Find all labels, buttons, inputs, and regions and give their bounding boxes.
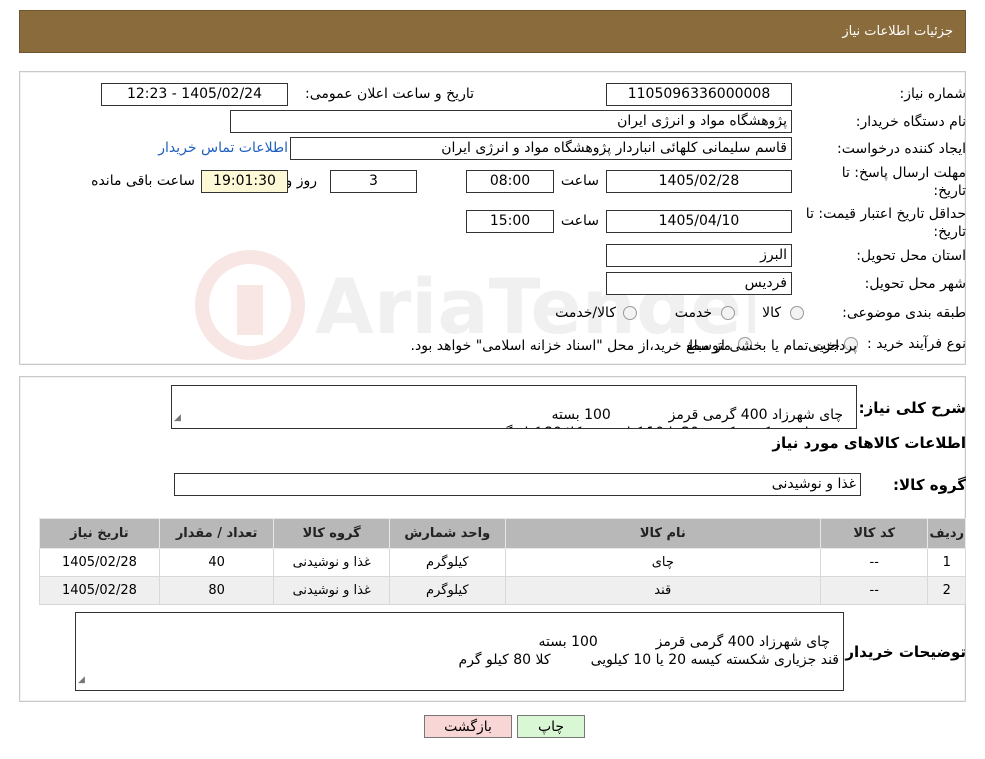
days-label: روز و <box>285 173 318 189</box>
category-label: طبقه بندی موضوعی: <box>842 305 966 321</box>
province-field: البرز <box>606 244 792 267</box>
price-validity-date-field: 1405/04/10 <box>606 210 792 233</box>
col-date: تاریخ نیاز <box>39 518 160 549</box>
need-number-field: 1105096336000008 <box>606 83 792 106</box>
col-name: نام کالا <box>504 518 821 549</box>
deadline-time-field: 08:00 <box>466 170 554 193</box>
city-field: فردیس <box>606 272 792 295</box>
remaining-time-label: ساعت باقی مانده <box>91 173 195 189</box>
need-summary-label: شرح کلی نیاز: <box>858 399 966 417</box>
category-goods-service-label: کالا/خدمت <box>555 305 616 321</box>
remaining-days-field: 3 <box>330 170 417 193</box>
process-type-label: نوع فرآیند خرید : <box>867 336 966 352</box>
cell-code: -- <box>819 576 929 605</box>
deadline-date-field: 1405/02/28 <box>606 170 792 193</box>
creator-label: ایجاد کننده درخواست: <box>837 141 966 157</box>
category-goods-label: کالا <box>762 305 781 321</box>
cell-row: 2 <box>927 576 966 605</box>
buyer-notes-text: چای شهرزاد 400 گرمی قرمز 100 بسته قند جز… <box>458 634 839 668</box>
col-code: کد کالا <box>819 518 929 549</box>
goods-table: ردیف کد کالا نام کالا واحد شمارش گروه کا… <box>39 518 966 605</box>
process-payment-note: پرداخت تمام یا بخشی از مبلغ خرید،از محل … <box>410 338 857 354</box>
cell-unit: کیلوگرم <box>388 576 506 605</box>
category-goods-radio[interactable] <box>790 306 804 320</box>
creator-field: قاسم سلیمانی کلهائی انباردار پژوهشگاه مو… <box>290 137 792 160</box>
cell-name: قند <box>504 576 821 605</box>
goods-table-header: ردیف کد کالا نام کالا واحد شمارش گروه کا… <box>39 518 966 549</box>
buyer-org-field: پژوهشگاه مواد و انرژی ایران <box>230 110 792 133</box>
cell-group: غذا و نوشیدنی <box>273 576 390 605</box>
need-summary-text: چای شهرزاد 400 گرمی قرمز 100 بسته قند جز… <box>489 407 852 428</box>
page-header: جزئیات اطلاعات نیاز <box>19 10 966 53</box>
city-label: شهر محل تحویل: <box>864 276 966 292</box>
category-service-label: خدمت <box>674 305 712 321</box>
goods-group-field: غذا و نوشیدنی <box>174 473 861 496</box>
buyer-notes-textarea[interactable]: چای شهرزاد 400 گرمی قرمز 100 بسته قند جز… <box>75 612 844 691</box>
buyer-org-label: نام دستگاه خریدار: <box>855 114 966 130</box>
table-row: 1 -- چای کیلوگرم غذا و نوشیدنی 40 1405/0… <box>39 548 966 577</box>
col-unit: واحد شمارش <box>388 518 506 549</box>
goods-section-title: اطلاعات کالاهای مورد نیاز <box>772 434 966 452</box>
deadline-time-label: ساعت <box>560 173 599 189</box>
back-button[interactable]: بازگشت <box>424 715 512 738</box>
price-validity-time-label: ساعت <box>560 213 599 229</box>
buyer-notes-label: توضیحات خریدار: <box>839 643 966 661</box>
cell-date: 1405/02/28 <box>39 548 160 577</box>
col-row: ردیف <box>927 518 966 549</box>
buyer-contact-link[interactable]: اطلاعات تماس خریدار <box>158 140 288 156</box>
cell-code: -- <box>819 548 929 577</box>
col-group: گروه کالا <box>273 518 390 549</box>
category-service-radio[interactable] <box>721 306 735 320</box>
need-number-label: شماره نیاز: <box>899 86 967 102</box>
announce-datetime-field: 1405/02/24 - 12:23 <box>101 83 288 106</box>
page-title: جزئیات اطلاعات نیاز <box>842 24 953 39</box>
cell-unit: کیلوگرم <box>388 548 506 577</box>
deadline-label: مهلت ارسال پاسخ: تا <box>841 165 966 181</box>
resize-handle-icon[interactable]: ◢ <box>78 671 85 689</box>
col-quantity: تعداد / مقدار <box>158 518 275 549</box>
cell-group: غذا و نوشیدنی <box>273 548 390 577</box>
cell-quantity: 80 <box>158 576 275 605</box>
cell-date: 1405/02/28 <box>39 576 160 605</box>
need-summary-textarea[interactable]: چای شهرزاد 400 گرمی قرمز 100 بسته قند جز… <box>171 385 857 429</box>
province-label: استان محل تحویل: <box>856 248 966 264</box>
deadline-label-line2: تاریخ: <box>933 183 966 199</box>
resize-handle-icon[interactable]: ◢ <box>174 409 181 427</box>
price-validity-label: حداقل تاریخ اعتبار قیمت: تا <box>805 206 966 222</box>
price-validity-time-field: 15:00 <box>466 210 554 233</box>
remaining-time-field: 19:01:30 <box>201 170 288 193</box>
price-validity-label-line2: تاریخ: <box>933 224 966 240</box>
cell-quantity: 40 <box>158 548 275 577</box>
goods-group-label: گروه کالا: <box>893 476 966 494</box>
table-row: 2 -- قند کیلوگرم غذا و نوشیدنی 80 1405/0… <box>39 576 966 605</box>
print-button[interactable]: چاپ <box>517 715 585 738</box>
cell-row: 1 <box>927 548 966 577</box>
announce-datetime-label: تاریخ و ساعت اعلان عمومی: <box>305 86 474 102</box>
cell-name: چای <box>504 548 821 577</box>
category-goods-service-radio[interactable] <box>623 306 637 320</box>
